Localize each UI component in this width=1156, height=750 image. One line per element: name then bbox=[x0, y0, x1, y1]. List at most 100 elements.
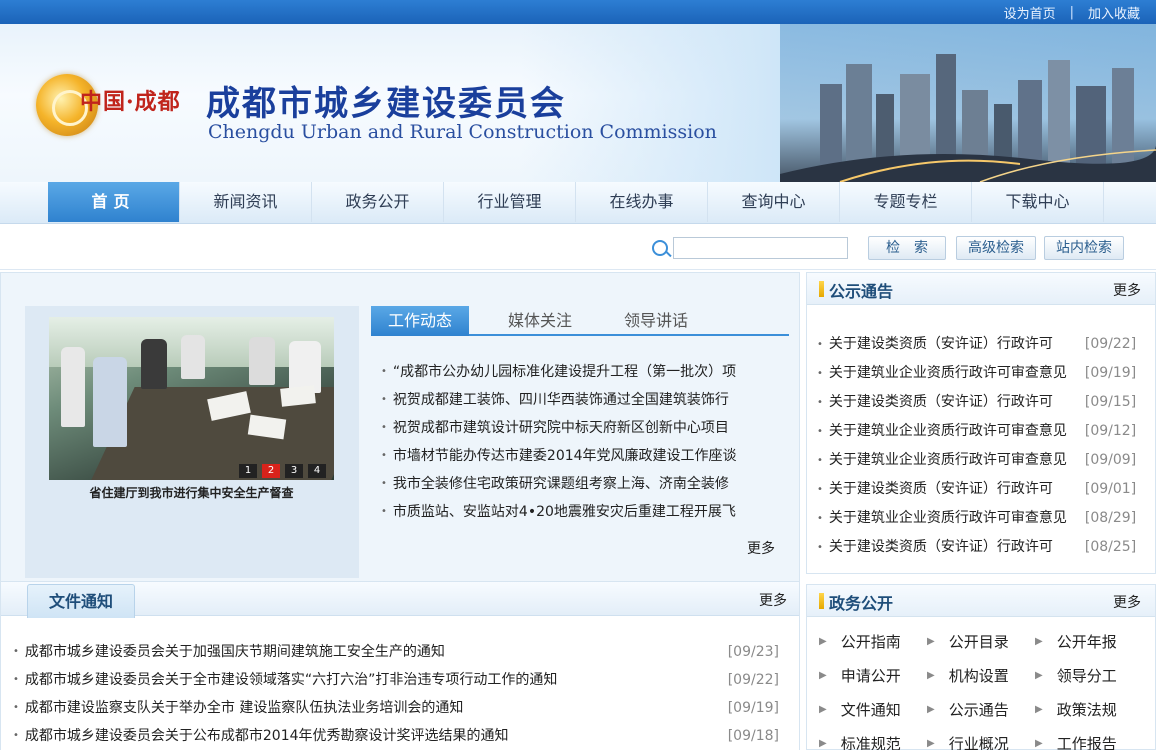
list-item[interactable]: • 成都市城乡建设委员会关于公布成都市2014年优秀勘察设计奖评选结果的通知 [09… bbox=[13, 722, 779, 750]
list-item[interactable]: • 关于建筑业企业资质行政许可审查意见 [09/12] bbox=[817, 417, 1147, 446]
nav-item-downloads[interactable]: 下载中心 bbox=[972, 182, 1104, 222]
nav-item-gov-affairs[interactable]: 政务公开 bbox=[312, 182, 444, 222]
notice-date: [09/22] bbox=[1084, 336, 1137, 352]
document-title[interactable]: 成都市城乡建设委员会关于加强国庆节期间建筑施工安全生产的通知 bbox=[25, 638, 727, 666]
news-photo[interactable]: 1 2 3 4 bbox=[49, 317, 334, 480]
list-item[interactable]: • 我市全装修住宅政策研究课题组考察上海、济南全装修 bbox=[381, 470, 779, 498]
gov-link-label[interactable]: 工作报告 bbox=[1057, 727, 1117, 750]
gov-link-label[interactable]: 行业概况 bbox=[949, 727, 1009, 750]
news-title[interactable]: “成都市公办幼儿园标准化建设提升工程（第一批次）项 bbox=[393, 358, 736, 386]
gov-link[interactable]: ▶ 公开指南 bbox=[819, 625, 927, 659]
gov-link-label[interactable]: 文件通知 bbox=[841, 693, 901, 727]
gov-link[interactable]: ▶ 行业概况 bbox=[927, 727, 1035, 750]
gov-link-label[interactable]: 申请公开 bbox=[841, 659, 901, 693]
nav-item-news[interactable]: 新闻资讯 bbox=[180, 182, 312, 222]
search-input[interactable] bbox=[673, 237, 848, 259]
notice-title[interactable]: 关于建设类资质（安许证）行政许可 bbox=[829, 475, 1075, 504]
gov-link-label[interactable]: 政策法规 bbox=[1057, 693, 1117, 727]
news-title[interactable]: 市质监站、安监站对4•20地震雅安灾后重建工程开展飞 bbox=[393, 498, 736, 526]
gov-link[interactable]: ▶ 标准规范 bbox=[819, 727, 927, 750]
gov-link[interactable]: ▶ 政策法规 bbox=[1035, 693, 1143, 727]
notice-date: [09/15] bbox=[1084, 394, 1137, 410]
notice-title[interactable]: 关于建设类资质（安许证）行政许可 bbox=[829, 533, 1075, 562]
document-more-link[interactable]: 更多 bbox=[759, 590, 787, 610]
document-title[interactable]: 成都市城乡建设委员会关于公布成都市2014年优秀勘察设计奖评选结果的通知 bbox=[25, 722, 727, 750]
list-item[interactable]: • 关于建设类资质（安许证）行政许可 [08/25] bbox=[817, 533, 1147, 562]
news-title[interactable]: 我市全装修住宅政策研究课题组考察上海、济南全装修 bbox=[393, 470, 729, 498]
triangle-right-icon: ▶ bbox=[819, 670, 827, 681]
slide-dot-3[interactable]: 3 bbox=[285, 464, 303, 478]
search-button[interactable]: 检 索 bbox=[868, 236, 946, 260]
gov-link-label[interactable]: 公示通告 bbox=[949, 693, 1009, 727]
list-item[interactable]: • 关于建筑业企业资质行政许可审查意见 [08/29] bbox=[817, 504, 1147, 533]
news-title[interactable]: 祝贺成都建工装饰、四川华西装饰通过全国建筑装饰行 bbox=[393, 386, 729, 414]
gov-link-label[interactable]: 标准规范 bbox=[841, 727, 901, 750]
nav-item-home[interactable]: 首页 bbox=[48, 182, 180, 222]
site-search-button[interactable]: 站内检索 bbox=[1044, 236, 1124, 260]
public-notice-more-link[interactable]: 更多 bbox=[1113, 280, 1141, 300]
gov-link[interactable]: ▶ 领导分工 bbox=[1035, 659, 1143, 693]
list-item[interactable]: • 祝贺成都建工装饰、四川华西装饰通过全国建筑装饰行 bbox=[381, 386, 779, 414]
gov-link[interactable]: ▶ 申请公开 bbox=[819, 659, 927, 693]
notice-title[interactable]: 关于建设类资质（安许证）行政许可 bbox=[829, 330, 1075, 359]
advanced-search-button[interactable]: 高级检索 bbox=[956, 236, 1036, 260]
news-more-link[interactable]: 更多 bbox=[747, 538, 775, 558]
nav-item-query[interactable]: 查询中心 bbox=[708, 182, 840, 222]
bullet-icon: • bbox=[381, 506, 387, 517]
list-item[interactable]: • 市质监站、安监站对4•20地震雅安灾后重建工程开展飞 bbox=[381, 498, 779, 526]
public-notice-title[interactable]: 公示通告 bbox=[829, 278, 893, 302]
search-icon bbox=[652, 240, 668, 256]
tab-work-updates[interactable]: 工作动态 bbox=[371, 306, 469, 336]
photo-caption[interactable]: 省住建厅到我市进行集中安全生产督查 bbox=[49, 484, 334, 501]
header-marker-icon bbox=[819, 281, 824, 297]
gov-link[interactable]: ▶ 工作报告 bbox=[1035, 727, 1143, 750]
public-notice-panel: 公示通告 更多 • 关于建设类资质（安许证）行政许可 [09/22] • 关于建筑业企… bbox=[806, 272, 1156, 574]
gov-affairs-more-link[interactable]: 更多 bbox=[1113, 592, 1141, 612]
nav-item-industry[interactable]: 行业管理 bbox=[444, 182, 576, 222]
slide-dot-1[interactable]: 1 bbox=[239, 464, 257, 478]
gov-link[interactable]: ▶ 文件通知 bbox=[819, 693, 927, 727]
triangle-right-icon: ▶ bbox=[1035, 704, 1043, 715]
notice-title[interactable]: 关于建筑业企业资质行政许可审查意见 bbox=[829, 446, 1075, 475]
list-item[interactable]: • 关于建筑业企业资质行政许可审查意见 [09/09] bbox=[817, 446, 1147, 475]
tab-leader-speech[interactable]: 领导讲话 bbox=[607, 306, 705, 336]
nav-item-topics[interactable]: 专题专栏 bbox=[840, 182, 972, 222]
nav-item-online-service[interactable]: 在线办事 bbox=[576, 182, 708, 222]
document-title[interactable]: 成都市城乡建设委员会关于全市建设领域落实“六打六治”打非治违专项行动工作的通知 bbox=[25, 666, 727, 694]
list-item[interactable]: • 成都市城乡建设委员会关于全市建设领域落实“六打六治”打非治违专项行动工作的通知… bbox=[13, 666, 779, 694]
gov-link-label[interactable]: 领导分工 bbox=[1057, 659, 1117, 693]
gov-link[interactable]: ▶ 公开年报 bbox=[1035, 625, 1143, 659]
notice-title[interactable]: 关于建筑业企业资质行政许可审查意见 bbox=[829, 417, 1075, 446]
gov-link-label[interactable]: 机构设置 bbox=[949, 659, 1009, 693]
bullet-icon: • bbox=[817, 513, 823, 524]
gov-link-label[interactable]: 公开指南 bbox=[841, 625, 901, 659]
list-item[interactable]: • 关于建筑业企业资质行政许可审查意见 [09/19] bbox=[817, 359, 1147, 388]
news-title[interactable]: 祝贺成都市建筑设计研究院中标天府新区创新中心项目 bbox=[393, 414, 729, 442]
gov-affairs-title[interactable]: 政务公开 bbox=[829, 590, 893, 614]
set-homepage-link[interactable]: 设为首页 bbox=[1004, 3, 1056, 22]
list-item[interactable]: • 市墙材节能办传达市建委2014年党风廉政建设工作座谈 bbox=[381, 442, 779, 470]
notice-title[interactable]: 关于建设类资质（安许证）行政许可 bbox=[829, 388, 1075, 417]
add-favorite-link[interactable]: 加入收藏 bbox=[1088, 3, 1140, 22]
list-item[interactable]: • 关于建设类资质（安许证）行政许可 [09/22] bbox=[817, 330, 1147, 359]
list-item[interactable]: • 成都市建设监察支队关于举办全市 建设监察队伍执法业务培训会的通知 [09/19] bbox=[13, 694, 779, 722]
news-title[interactable]: 市墙材节能办传达市建委2014年党风廉政建设工作座谈 bbox=[393, 442, 737, 470]
gov-link[interactable]: ▶ 机构设置 bbox=[927, 659, 1035, 693]
slide-dot-4[interactable]: 4 bbox=[308, 464, 326, 478]
list-item[interactable]: • 关于建设类资质（安许证）行政许可 [09/01] bbox=[817, 475, 1147, 504]
list-item[interactable]: • 祝贺成都市建筑设计研究院中标天府新区创新中心项目 bbox=[381, 414, 779, 442]
document-notice-title[interactable]: 文件通知 bbox=[27, 584, 135, 618]
gov-link[interactable]: ▶ 公示通告 bbox=[927, 693, 1035, 727]
notice-title[interactable]: 关于建筑业企业资质行政许可审查意见 bbox=[829, 504, 1075, 533]
tab-media[interactable]: 媒体关注 bbox=[491, 306, 589, 336]
document-title[interactable]: 成都市建设监察支队关于举办全市 建设监察队伍执法业务培训会的通知 bbox=[25, 694, 727, 722]
gov-link[interactable]: ▶ 公开目录 bbox=[927, 625, 1035, 659]
list-item[interactable]: • 成都市城乡建设委员会关于加强国庆节期间建筑施工安全生产的通知 [09/23] bbox=[13, 638, 779, 666]
notice-title[interactable]: 关于建筑业企业资质行政许可审查意见 bbox=[829, 359, 1075, 388]
gov-link-label[interactable]: 公开目录 bbox=[949, 625, 1009, 659]
list-item[interactable]: • “成都市公办幼儿园标准化建设提升工程（第一批次）项 bbox=[381, 358, 779, 386]
list-item[interactable]: • 关于建设类资质（安许证）行政许可 [09/15] bbox=[817, 388, 1147, 417]
gov-affairs-header: 政务公开 更多 bbox=[807, 585, 1155, 617]
gov-link-label[interactable]: 公开年报 bbox=[1057, 625, 1117, 659]
slide-dot-2[interactable]: 2 bbox=[262, 464, 280, 478]
